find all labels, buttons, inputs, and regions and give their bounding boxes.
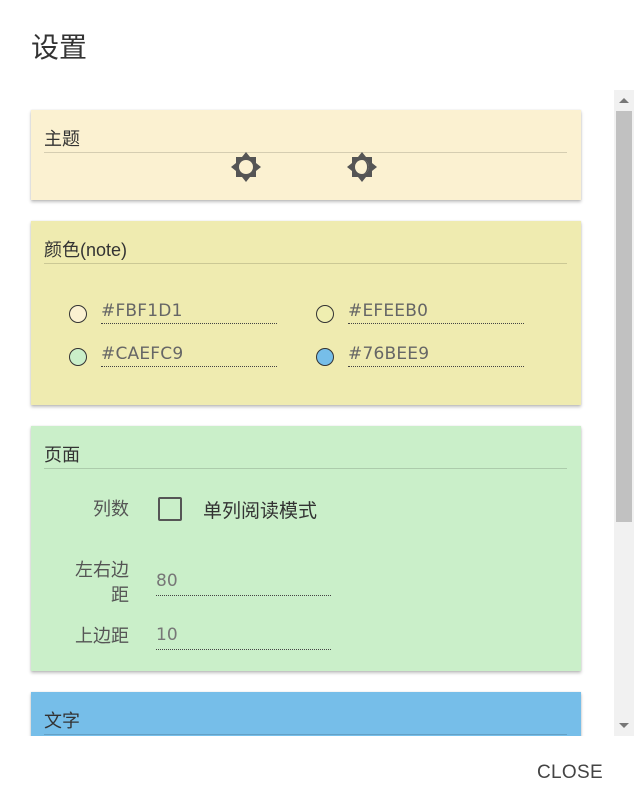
settings-scroll-area[interactable]: 主题 颜色(note) #FBF1D1 #EFEEB0 #CAEFC9 #76B… [0, 90, 614, 736]
text-header: 文字 [44, 707, 567, 735]
text-card: 文字 [31, 692, 581, 736]
single-column-label: 单列阅读模式 [203, 501, 318, 522]
color-option[interactable]: #FBF1D1 [69, 299, 299, 329]
theme-header: 主题 [44, 125, 567, 153]
side-margin-label-line2: 距 [111, 585, 129, 605]
brightness-light-icon[interactable] [230, 151, 262, 183]
top-margin-label: 上边距 [75, 626, 129, 646]
color-option[interactable]: #CAEFC9 [69, 342, 299, 372]
page-card: 页面 列数 单列阅读模式 左右边 距 80 上边距 10 [31, 426, 581, 671]
color-radio-selected[interactable] [316, 348, 334, 366]
color-hex-input[interactable]: #CAEFC9 [101, 344, 277, 367]
theme-card: 主题 [31, 110, 581, 200]
color-card: 颜色(note) #FBF1D1 #EFEEB0 #CAEFC9 #76BEE9 [31, 221, 581, 405]
side-margin-label: 左右边 距 [69, 558, 129, 608]
color-hex-input[interactable]: #EFEEB0 [348, 301, 524, 324]
page-header: 页面 [44, 441, 567, 469]
top-margin-input[interactable]: 10 [156, 625, 331, 650]
scroll-thumb[interactable] [616, 111, 632, 522]
color-option[interactable]: #EFEEB0 [316, 299, 546, 329]
color-header: 颜色(note) [44, 236, 567, 264]
color-radio[interactable] [69, 305, 87, 323]
close-button[interactable]: CLOSE [537, 762, 603, 784]
color-option[interactable]: #76BEE9 [316, 342, 546, 372]
side-margin-input[interactable]: 80 [156, 571, 331, 596]
columns-label: 列数 [93, 499, 129, 519]
color-hex-input[interactable]: #76BEE9 [348, 344, 524, 367]
color-radio[interactable] [316, 305, 334, 323]
single-column-checkbox[interactable] [158, 497, 182, 521]
side-margin-label-line1: 左右边 [75, 560, 129, 580]
dialog-title: 设置 [31, 32, 88, 63]
color-radio[interactable] [69, 348, 87, 366]
brightness-dark-icon[interactable] [346, 151, 378, 183]
scroll-down-arrow-icon[interactable] [619, 723, 629, 728]
vertical-scrollbar[interactable] [614, 90, 634, 736]
color-hex-input[interactable]: #FBF1D1 [101, 301, 277, 324]
scroll-up-arrow-icon[interactable] [619, 98, 629, 103]
